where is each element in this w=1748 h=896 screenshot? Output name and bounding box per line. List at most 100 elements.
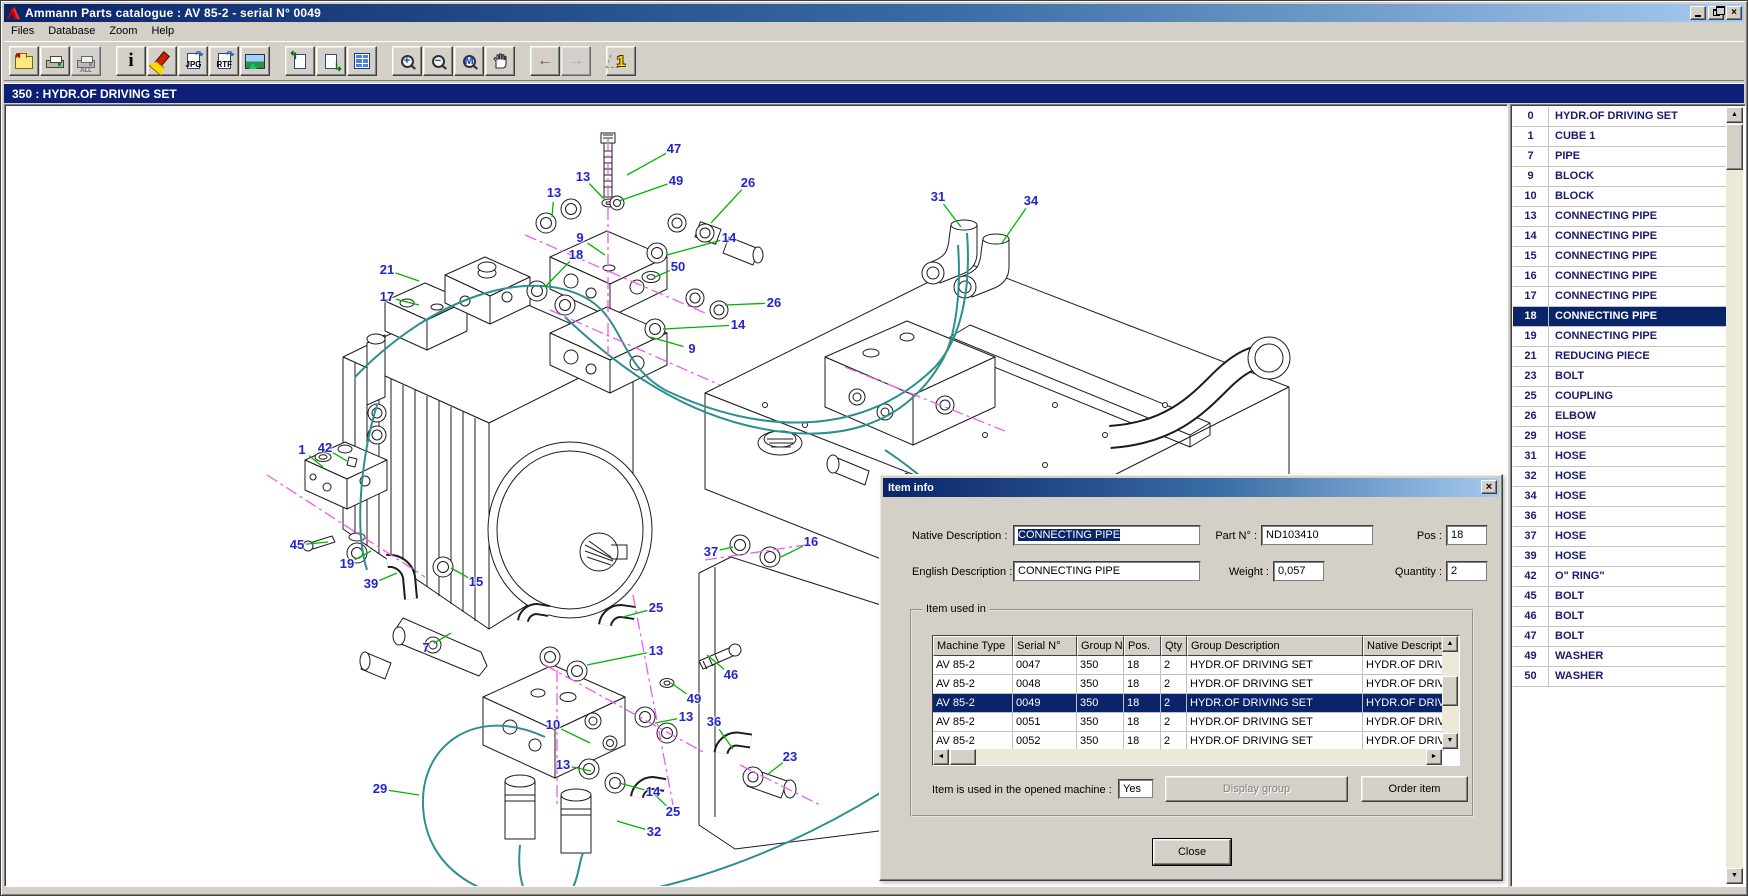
used-in-machine-input[interactable]: Yes xyxy=(1118,779,1154,799)
diagram-callout-17[interactable]: 17 xyxy=(380,289,394,304)
parts-list-row[interactable]: 9BLOCK xyxy=(1513,167,1726,187)
menu-item-help[interactable]: Help xyxy=(144,23,181,39)
column-header[interactable]: Pos. xyxy=(1124,636,1161,656)
pos-input[interactable]: 18 xyxy=(1446,525,1488,546)
history-back-button[interactable]: ← xyxy=(530,46,560,76)
native-description-input[interactable]: CONNECTING PIPE xyxy=(1013,525,1201,546)
parts-list-row[interactable]: 13CONNECTING PIPE xyxy=(1513,207,1726,227)
column-header[interactable]: Serial N° xyxy=(1013,636,1077,656)
diagram-callout-23[interactable]: 23 xyxy=(783,749,797,764)
quantity-input[interactable]: 2 xyxy=(1446,561,1488,582)
used-in-row[interactable]: AV 85-20048350182HYDR.OF DRIVING SETHYDR… xyxy=(933,675,1459,694)
parts-list-row[interactable]: 15CONNECTING PIPE xyxy=(1513,247,1726,267)
parts-list-row[interactable]: 0HYDR.OF DRIVING SET xyxy=(1513,107,1726,127)
parts-list-row[interactable]: 47BOLT xyxy=(1513,627,1726,647)
menu-item-files[interactable]: Files xyxy=(4,23,41,39)
parts-list-row[interactable]: 46BOLT xyxy=(1513,607,1726,627)
diagram-callout-32[interactable]: 32 xyxy=(647,824,661,839)
scroll-up-icon[interactable]: ▲ xyxy=(1726,107,1743,123)
column-header[interactable]: Qty xyxy=(1161,636,1187,656)
diagram-callout-9[interactable]: 9 xyxy=(576,230,583,245)
diagram-callout-14[interactable]: 14 xyxy=(722,230,736,245)
diagram-callout-39[interactable]: 39 xyxy=(364,576,378,591)
dialog-close-icon[interactable]: × xyxy=(1481,480,1497,494)
diagram-callout-18[interactable]: 18 xyxy=(569,247,583,262)
export-jpg-button[interactable]: ↷JPG xyxy=(178,46,208,76)
diagram-callout-46[interactable]: 46 xyxy=(724,667,738,682)
column-header[interactable]: Group N° xyxy=(1077,636,1124,656)
serial-one-button[interactable]: 1 xyxy=(606,46,636,76)
image-view-button[interactable] xyxy=(240,46,270,76)
diagram-callout-13[interactable]: 13 xyxy=(649,643,663,658)
page-back-button[interactable]: ↰ xyxy=(285,46,315,76)
used-in-row[interactable]: AV 85-20047350182HYDR.OF DRIVING SETHYDR… xyxy=(933,656,1459,675)
diagram-callout-49[interactable]: 49 xyxy=(669,173,683,188)
item-info-button[interactable]: i xyxy=(116,46,146,76)
table-scroll-down-icon[interactable]: ▼ xyxy=(1442,733,1458,749)
weight-input[interactable]: 0,057 xyxy=(1273,561,1325,582)
table-scroll-left-icon[interactable]: ◄ xyxy=(933,749,949,765)
diagram-callout-42[interactable]: 42 xyxy=(318,440,332,455)
parts-list-row[interactable]: 34HOSE xyxy=(1513,487,1726,507)
diagram-callout-9[interactable]: 9 xyxy=(688,341,695,356)
zoom-out-button[interactable]: − xyxy=(423,46,453,76)
print-button[interactable] xyxy=(40,46,70,76)
column-header[interactable]: Group Description xyxy=(1187,636,1363,656)
parts-list-row[interactable]: 10BLOCK xyxy=(1513,187,1726,207)
parts-list-scrollbar[interactable]: ▲ ▼ xyxy=(1726,107,1743,884)
page-forward-button[interactable]: ↳ xyxy=(316,46,346,76)
parts-list-row[interactable]: 50WASHER xyxy=(1513,667,1726,687)
zoom-in-button[interactable]: + xyxy=(392,46,422,76)
parts-list-row[interactable]: 37HOSE xyxy=(1513,527,1726,547)
diagram-callout-16[interactable]: 16 xyxy=(804,534,818,549)
diagram-callout-49[interactable]: 49 xyxy=(687,691,701,706)
parts-list-row[interactable]: 36HOSE xyxy=(1513,507,1726,527)
column-header[interactable]: Native Description xyxy=(1363,636,1444,656)
scroll-thumb[interactable] xyxy=(1726,124,1743,170)
menu-item-database[interactable]: Database xyxy=(41,23,102,39)
parts-list-row[interactable]: 7PIPE xyxy=(1513,147,1726,167)
parts-list-row[interactable]: 49WASHER xyxy=(1513,647,1726,667)
diagram-callout-14[interactable]: 14 xyxy=(731,317,745,332)
used-in-row[interactable]: AV 85-20051350182HYDR.OF DRIVING SETHYDR… xyxy=(933,713,1459,732)
diagram-callout-13[interactable]: 13 xyxy=(576,169,590,184)
parts-list-row[interactable]: 25COUPLING xyxy=(1513,387,1726,407)
diagram-callout-25[interactable]: 25 xyxy=(649,600,663,615)
table-scroll-up-icon[interactable]: ▲ xyxy=(1442,636,1458,652)
menu-item-zoom[interactable]: Zoom xyxy=(102,23,144,39)
used-in-row[interactable]: AV 85-20049350182HYDR.OF DRIVING SETHYDR… xyxy=(933,694,1459,713)
diagram-callout-47[interactable]: 47 xyxy=(667,141,681,156)
diagram-callout-13[interactable]: 13 xyxy=(679,709,693,724)
pan-button[interactable] xyxy=(485,46,515,76)
parts-list-row[interactable]: 23BOLT xyxy=(1513,367,1726,387)
diagram-callout-45[interactable]: 45 xyxy=(290,537,304,552)
diagram-callout-31[interactable]: 31 xyxy=(931,189,945,204)
table-horizontal-scrollbar[interactable]: ◄ ► xyxy=(933,749,1442,765)
open-catalogue-button[interactable] xyxy=(9,46,39,76)
parts-list-row[interactable]: 39HOSE xyxy=(1513,547,1726,567)
diagram-callout-13[interactable]: 13 xyxy=(556,757,570,772)
scroll-down-icon[interactable]: ▼ xyxy=(1726,868,1743,884)
parts-list-row[interactable]: 29HOSE xyxy=(1513,427,1726,447)
diagram-callout-1[interactable]: 1 xyxy=(298,442,305,457)
parts-list-row[interactable]: 16CONNECTING PIPE xyxy=(1513,267,1726,287)
diagram-callout-50[interactable]: 50 xyxy=(671,259,685,274)
part-number-input[interactable]: ND103410 xyxy=(1261,525,1374,546)
diagram-callout-37[interactable]: 37 xyxy=(704,544,718,559)
diagram-callout-34[interactable]: 34 xyxy=(1024,193,1038,208)
diagram-callout-7[interactable]: 7 xyxy=(422,640,429,655)
parts-list-row[interactable]: 18CONNECTING PIPE xyxy=(1513,307,1726,327)
dialog-title-bar[interactable]: Item info × xyxy=(883,478,1499,497)
diagram-callout-13[interactable]: 13 xyxy=(547,185,561,200)
diagram-callout-26[interactable]: 26 xyxy=(741,175,755,190)
parts-list-row[interactable]: 1CUBE 1 xyxy=(1513,127,1726,147)
parts-list-row[interactable]: 32HOSE xyxy=(1513,467,1726,487)
parts-list-row[interactable]: 19CONNECTING PIPE xyxy=(1513,327,1726,347)
table-hscroll-thumb[interactable] xyxy=(950,749,976,765)
restore-button[interactable] xyxy=(1708,6,1724,20)
diagram-callout-25[interactable]: 25 xyxy=(666,804,680,819)
parts-list-row[interactable]: 14CONNECTING PIPE xyxy=(1513,227,1726,247)
table-scroll-right-icon[interactable]: ► xyxy=(1426,749,1442,765)
table-scroll-thumb[interactable] xyxy=(1442,676,1458,706)
search-button[interactable] xyxy=(147,46,177,76)
